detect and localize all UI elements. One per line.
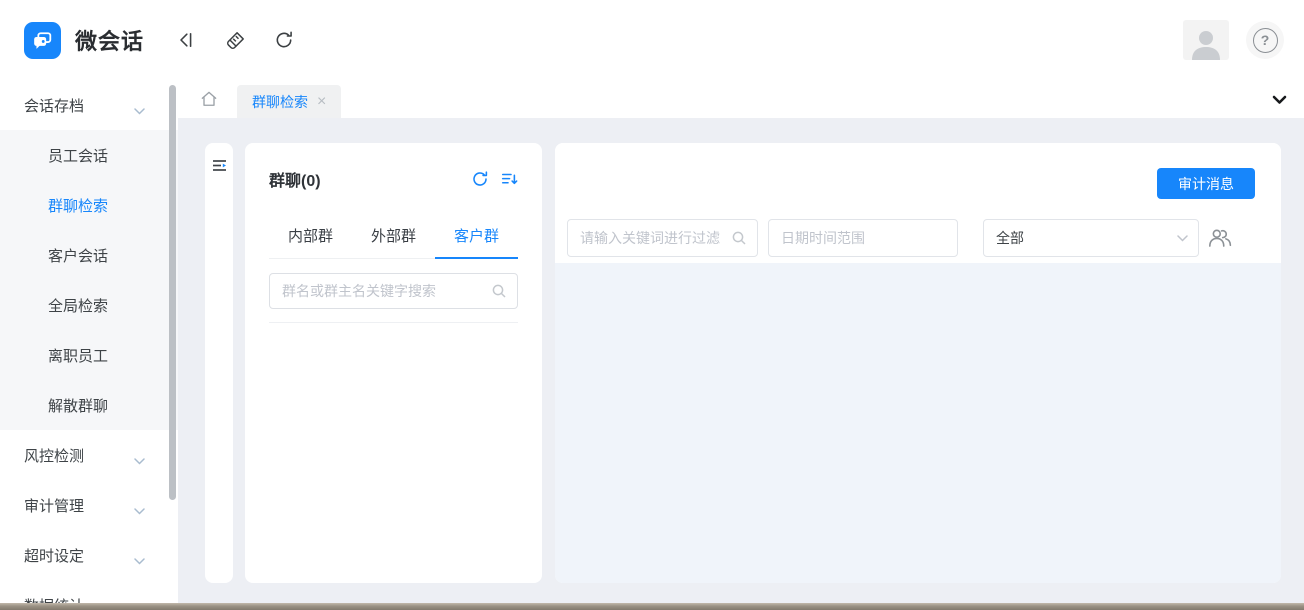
tab-label: 群聊检索 [252, 92, 308, 112]
sidebar-item-customer-sessions[interactable]: 客户会话 [0, 230, 178, 280]
app-header: 微会话 [0, 0, 1304, 80]
keyword-filter-input[interactable] [580, 230, 731, 246]
sidebar-item-group-chat-search[interactable]: 群聊检索 [0, 180, 178, 230]
tab-internal-groups[interactable]: 内部群 [269, 215, 352, 258]
tab-bar: 群聊检索 × [178, 80, 1304, 118]
message-panel: 审计消息 全部 [555, 143, 1281, 583]
panel-collapse-icon[interactable] [212, 159, 227, 583]
tab-customer-groups[interactable]: 客户群 [435, 215, 518, 258]
list-divider [269, 322, 518, 323]
close-icon[interactable]: × [317, 94, 326, 110]
brush-clean-icon[interactable] [224, 29, 246, 51]
sidebar-item-departed-employees[interactable]: 离职员工 [0, 330, 178, 380]
chevron-down-icon [134, 452, 145, 469]
sidebar-item-label: 群聊检索 [48, 195, 108, 216]
group-type-tabs: 内部群 外部群 客户群 [269, 215, 518, 259]
search-icon [491, 283, 507, 299]
header-right: ? [1183, 0, 1304, 80]
group-count-title: 群聊(0) [269, 167, 321, 191]
group-list-panel: 群聊(0) [245, 143, 542, 583]
sidebar-item-label: 离职员工 [48, 345, 108, 366]
select-chevron-icon [1177, 235, 1188, 242]
tab-group-chat-search[interactable]: 群聊检索 × [237, 85, 341, 118]
content-column: 群聊检索 × [178, 80, 1304, 610]
sidebar-item-disbanded-groups[interactable]: 解散群聊 [0, 380, 178, 430]
group-search-box [269, 273, 518, 309]
chat-bubbles-icon [30, 28, 55, 53]
group-search-input[interactable] [282, 283, 491, 299]
message-list-empty-area [555, 263, 1281, 583]
sidebar-item-label: 风控检测 [24, 445, 84, 466]
date-range-input[interactable] [781, 230, 947, 246]
group-panel-header: 群聊(0) [269, 143, 518, 191]
sidebar-item-employee-sessions[interactable]: 员工会话 [0, 130, 178, 180]
app-window: 微会话 [0, 0, 1304, 610]
sidebar-item-label: 审计管理 [24, 495, 84, 516]
collapse-strip [205, 143, 233, 583]
refresh-icon[interactable] [471, 170, 489, 188]
header-toolbar [175, 29, 295, 51]
search-icon [731, 230, 747, 246]
scope-select[interactable]: 全部 [983, 219, 1199, 257]
sidebar-item-label: 客户会话 [48, 245, 108, 266]
sidebar-item-label: 全局检索 [48, 295, 108, 316]
collapse-sidebar-icon[interactable] [175, 29, 197, 51]
sidebar-item-audit-management[interactable]: 审计管理 [0, 480, 178, 530]
sidebar-item-label: 超时设定 [24, 545, 84, 566]
bottom-window-edge [0, 603, 1304, 610]
sidebar: 会话存档 员工会话 群聊检索 客户会话 全局检索 离职员工 解散群聊 风控检测 [0, 80, 178, 603]
tab-list-chevron-down-icon[interactable] [1272, 92, 1287, 110]
sidebar-item-risk-control[interactable]: 风控检测 [0, 430, 178, 480]
date-range-box [768, 219, 958, 257]
tab-external-groups[interactable]: 外部群 [352, 215, 435, 258]
user-avatar[interactable] [1183, 20, 1229, 60]
audit-message-button[interactable]: 审计消息 [1157, 168, 1255, 199]
keyword-filter-box [567, 219, 758, 257]
refresh-icon[interactable] [273, 29, 295, 51]
sidebar-item-timeout-settings[interactable]: 超时设定 [0, 530, 178, 580]
chevron-down-icon [134, 102, 145, 119]
chevron-down-icon [134, 552, 145, 569]
sidebar-scrollbar[interactable] [169, 85, 176, 500]
sort-list-icon[interactable] [500, 170, 518, 188]
main-content: 群聊(0) [178, 118, 1304, 610]
sidebar-item-label: 员工会话 [48, 145, 108, 166]
sidebar-item-global-search[interactable]: 全局检索 [0, 280, 178, 330]
team-filter-icon[interactable] [1205, 223, 1235, 253]
app-logo [24, 22, 61, 59]
app-title: 微会话 [75, 24, 144, 56]
chevron-down-icon [134, 502, 145, 519]
sidebar-item-session-archive[interactable]: 会话存档 [0, 80, 178, 130]
group-panel-tools [471, 170, 518, 188]
sidebar-item-label: 解散群聊 [48, 395, 108, 416]
home-icon[interactable] [199, 89, 219, 109]
help-icon[interactable]: ? [1246, 21, 1284, 59]
avatar-silhouette-icon [1186, 26, 1226, 60]
filter-row: 全部 [555, 219, 1281, 257]
help-glyph: ? [1253, 28, 1278, 53]
scope-select-value: 全部 [996, 228, 1024, 248]
sidebar-item-label: 会话存档 [24, 95, 84, 116]
message-panel-header: 审计消息 全部 [555, 143, 1281, 263]
